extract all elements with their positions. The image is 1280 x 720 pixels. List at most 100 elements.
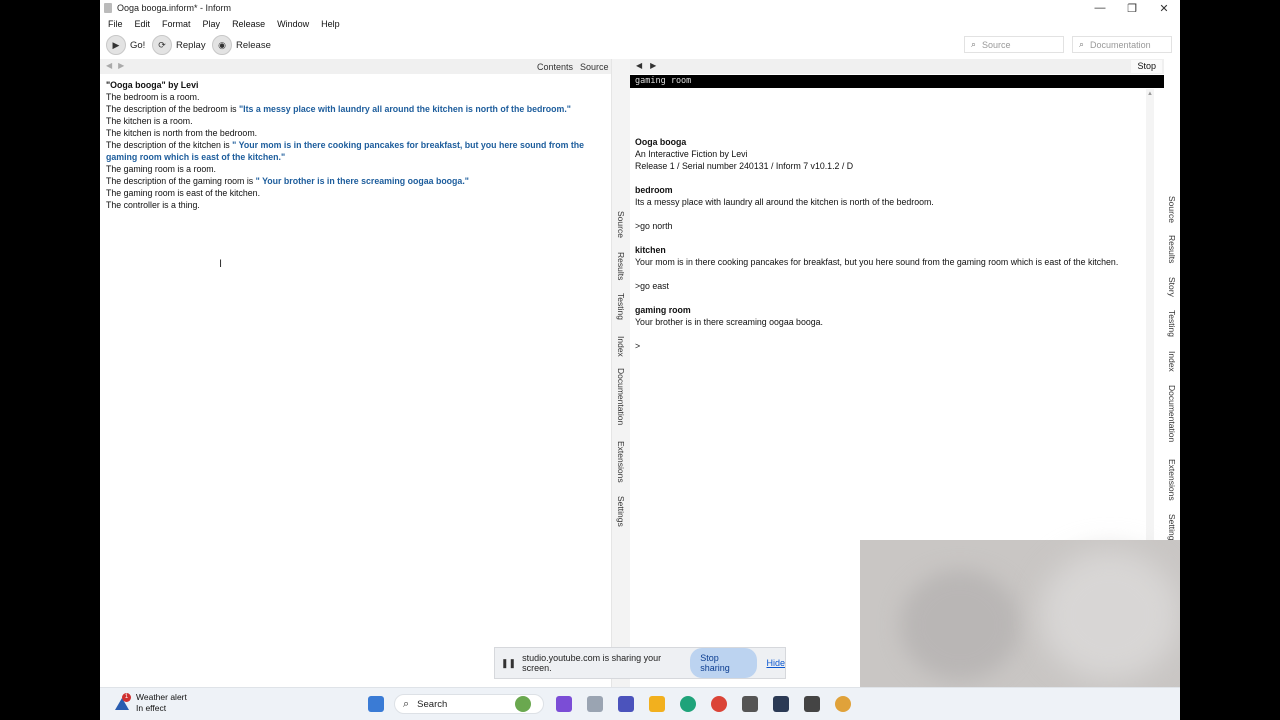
replay-icon: ⟳ <box>152 35 172 55</box>
tab-results[interactable]: Results <box>616 252 626 280</box>
menu-release[interactable]: Release <box>232 16 265 32</box>
search-icon: ⌕ <box>1079 39 1085 49</box>
text-cursor-icon: I <box>219 258 223 270</box>
source-line: "Ooga booga" by Levi <box>106 80 199 90</box>
menu-file[interactable]: File <box>108 16 123 32</box>
source-search-input[interactable]: ⌕ Source <box>964 36 1064 53</box>
minimize-button[interactable]: — <box>1084 0 1116 16</box>
release-label: Release <box>236 39 271 51</box>
quoted-text: " Your brother is in there screaming oog… <box>255 176 469 186</box>
tab-story[interactable]: Story <box>1167 277 1177 297</box>
tab-documentation[interactable]: Documentation <box>616 368 626 425</box>
source-line: The kitchen is a room. <box>106 116 193 126</box>
story-panel-header: ◀▶ Stop <box>630 59 1164 74</box>
tab-testing[interactable]: Testing <box>616 293 626 320</box>
play-icon: ▶ <box>106 35 126 55</box>
story-status-line: gaming room <box>630 75 1164 88</box>
documentation-search-input[interactable]: ⌕ Documentation <box>1072 36 1172 53</box>
tab-documentation[interactable]: Documentation <box>1167 385 1177 442</box>
window-title: Ooga booga.inform* - Inform <box>117 3 232 13</box>
source-line: The gaming room is east of the kitchen. <box>106 188 261 198</box>
command-prompt[interactable]: > <box>635 340 1135 352</box>
nav-arrows-icon[interactable]: ◀▶ <box>636 61 664 70</box>
source-link[interactable]: Source <box>580 62 609 72</box>
app-icon[interactable] <box>773 696 789 712</box>
tab-source[interactable]: Source <box>616 211 626 238</box>
store-icon[interactable] <box>742 696 758 712</box>
search-icon: ⌕ <box>403 697 410 710</box>
screen-share-bar: ❚❚ studio.youtube.com is sharing your sc… <box>494 647 786 679</box>
task-view-icon[interactable] <box>587 696 603 712</box>
room-heading: bedroom <box>635 185 673 195</box>
webcam-overlay <box>860 540 1180 687</box>
go-label: Go! <box>130 39 146 51</box>
windows-start-icon[interactable] <box>368 696 384 712</box>
tab-extensions[interactable]: Extensions <box>1167 459 1177 501</box>
stop-button[interactable]: Stop <box>1131 60 1162 73</box>
replay-button[interactable]: ⟳ Replay <box>152 34 206 56</box>
tab-settings[interactable]: Settings <box>616 496 626 527</box>
quoted-text: "Its a messy place with laundry all arou… <box>239 104 571 114</box>
source-line-text: The description of the kitchen is <box>106 140 233 150</box>
close-button[interactable]: ✕ <box>1148 0 1180 16</box>
tab-source[interactable]: Source <box>1167 196 1177 223</box>
weather-subtitle: In effect <box>136 703 167 713</box>
source-line: The description of the gaming room is " … <box>106 175 606 187</box>
teams-icon[interactable] <box>618 696 634 712</box>
menu-edit[interactable]: Edit <box>135 16 151 32</box>
source-line: The description of the bedroom is "Its a… <box>106 103 606 115</box>
nav-arrows-icon[interactable]: ◀▶ <box>106 61 130 70</box>
story-release-info: Release 1 / Serial number 240131 / Infor… <box>635 161 854 171</box>
room-description: Your brother is in there screaming oogaa… <box>635 317 823 327</box>
taskbar-search-label: Search <box>417 698 448 710</box>
tab-results[interactable]: Results <box>1167 235 1177 263</box>
chrome-icon[interactable] <box>711 696 727 712</box>
scroll-up-icon[interactable]: ▲ <box>1147 91 1153 97</box>
tab-testing[interactable]: Testing <box>1167 310 1177 337</box>
weather-title: Weather alert <box>136 692 187 702</box>
menu-play[interactable]: Play <box>203 16 221 32</box>
menu-bar: File Edit Format Play Release Window Hel… <box>100 16 1180 32</box>
pause-icon: ❚❚ <box>501 657 517 668</box>
source-editor[interactable]: "Ooga booga" by Levi The bedroom is a ro… <box>106 79 606 211</box>
tab-extensions[interactable]: Extensions <box>616 441 626 483</box>
tab-index[interactable]: Index <box>1167 351 1177 372</box>
stop-sharing-button[interactable]: Stop sharing <box>690 648 758 678</box>
source-line: The description of the kitchen is " Your… <box>106 139 606 163</box>
source-search-placeholder: Source <box>982 39 1011 50</box>
menu-format[interactable]: Format <box>162 16 191 32</box>
source-line: The controller is a thing. <box>106 200 200 210</box>
weather-widget[interactable]: 1 Weather alert In effect <box>114 692 187 714</box>
tab-index[interactable]: Index <box>616 336 626 357</box>
copilot-icon[interactable] <box>556 696 572 712</box>
story-title: Ooga booga <box>635 137 687 147</box>
documentation-search-placeholder: Documentation <box>1090 39 1151 50</box>
notification-badge: 1 <box>122 693 131 702</box>
go-button[interactable]: ▶ Go! <box>106 34 145 56</box>
release-icon: ◉ <box>212 35 232 55</box>
chrome-icon[interactable] <box>835 696 851 712</box>
source-line-text: The description of the bedroom is <box>106 104 240 114</box>
edge-icon[interactable] <box>680 696 696 712</box>
file-explorer-icon[interactable] <box>649 696 665 712</box>
restore-button[interactable]: ❐ <box>1116 0 1148 16</box>
room-heading: kitchen <box>635 245 666 255</box>
title-bar: Ooga booga.inform* - Inform — ❐ ✕ <box>100 0 1180 16</box>
inform-taskbar-icon[interactable] <box>804 696 820 712</box>
source-panel: ◀▶ Contents Source "Ooga booga" by Levi … <box>100 59 611 687</box>
release-button[interactable]: ◉ Release <box>212 34 271 56</box>
room-description: Its a messy place with laundry all aroun… <box>635 197 934 207</box>
search-highlight-icon <box>515 696 531 712</box>
menu-help[interactable]: Help <box>321 16 340 32</box>
story-transcript[interactable]: Ooga booga An Interactive Fiction by Lev… <box>635 136 1135 352</box>
player-command: >go north <box>635 221 673 231</box>
menu-window[interactable]: Window <box>277 16 309 32</box>
toolbar: ▶ Go! ⟳ Replay ◉ Release ⌕ Source ⌕ Docu… <box>100 32 1180 58</box>
hide-share-bar-link[interactable]: Hide <box>766 658 785 668</box>
weather-alert-icon: 1 <box>114 693 131 711</box>
share-message: studio.youtube.com is sharing your scree… <box>522 653 662 673</box>
contents-link[interactable]: Contents <box>537 62 573 72</box>
replay-label: Replay <box>176 39 206 51</box>
source-line: The kitchen is north from the bedroom. <box>106 128 258 138</box>
source-line: The bedroom is a room. <box>106 92 200 102</box>
